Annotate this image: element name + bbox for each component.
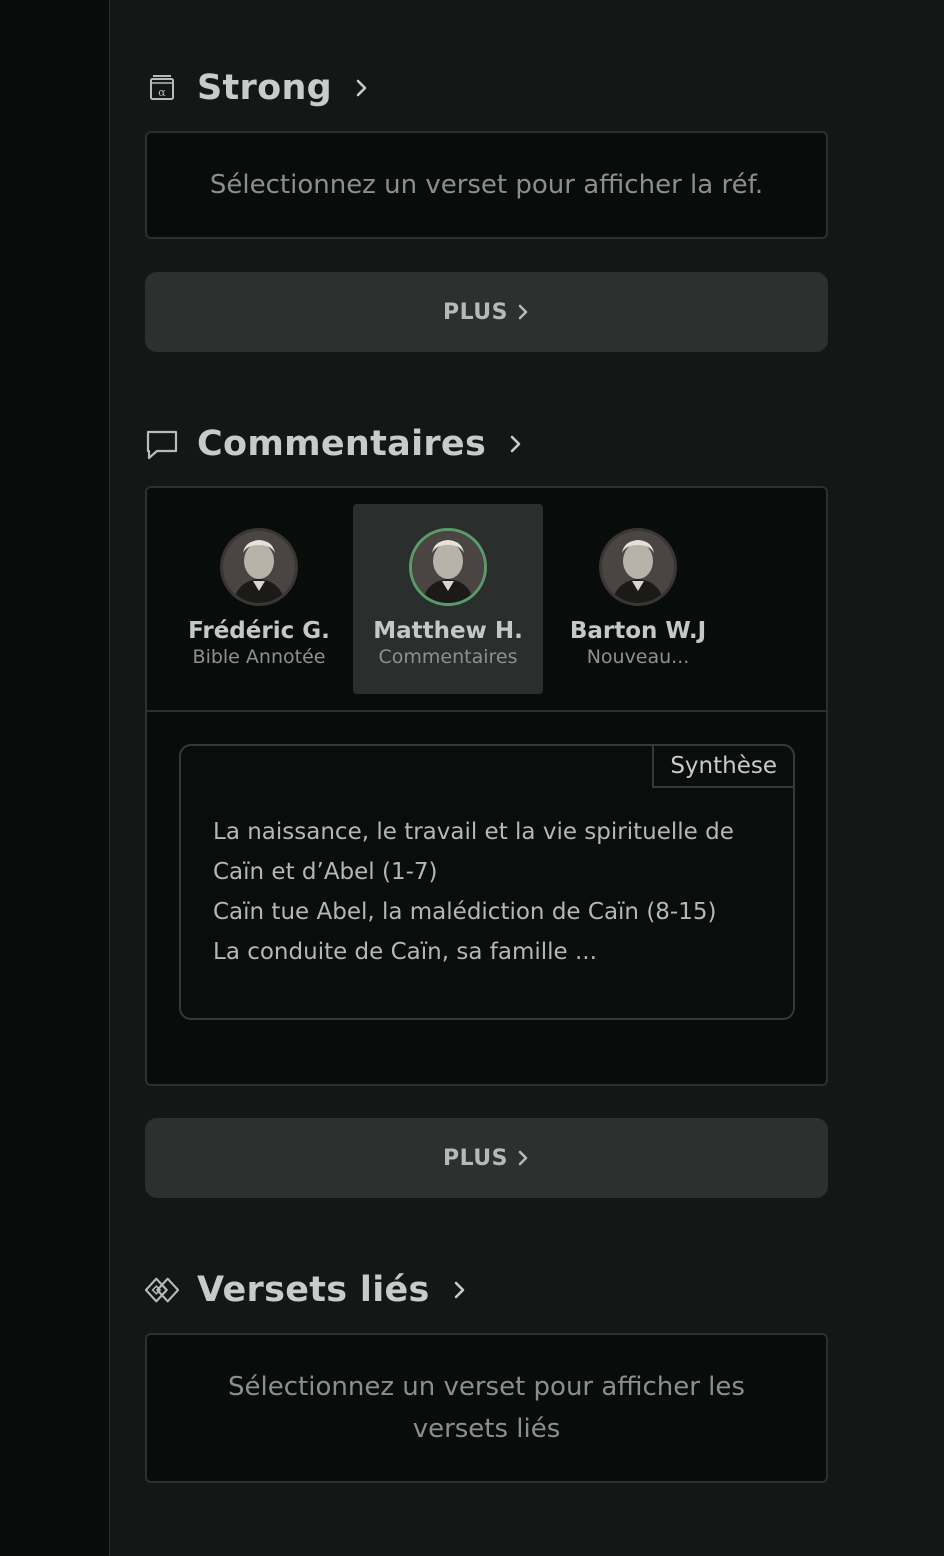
author-name: Matthew H. [373,618,523,644]
comment-bubble-icon [145,427,179,461]
author-subtitle: Nouveau... [586,646,690,668]
chevron-right-icon [510,435,521,453]
author-name: Barton W.J [569,618,707,644]
chevron-right-icon [518,304,528,320]
synthesis-line: Caïn tue Abel, la malédiction de Caïn (8… [213,899,717,925]
synthesis-line: La conduite de Caïn, sa famille ... [213,939,597,965]
author-frederic[interactable]: Frédéric G. Bible Annotée [164,504,354,694]
author-name: Frédéric G. [188,618,330,644]
chevron-right-icon [454,1281,464,1299]
strong-empty-message: Sélectionnez un verset pour afficher la … [145,131,828,239]
author-matthew[interactable]: Matthew H. Commentaires [353,504,543,694]
related-verses-section-header[interactable]: Versets liés [145,1265,468,1315]
comments-card: Frédéric G. Bible Annotée Matthew H. Com… [145,486,828,1086]
related-verses-empty-text: Sélectionnez un verset pour afficher les… [228,1372,745,1444]
comments-more-label: PLUS [442,1145,509,1171]
synthesis-text: La naissance, le travail et la vie spiri… [213,812,773,972]
author-subtitle: Bible Annotée [192,646,326,668]
author-avatar [220,528,298,606]
linked-diamonds-icon [145,1273,179,1307]
synthesis-line: La naissance, le travail et la vie spiri… [213,819,734,885]
chevron-right-icon [356,79,367,97]
strong-empty-text: Sélectionnez un verset pour afficher la … [209,170,764,200]
chevron-right-icon [518,1150,528,1166]
strong-more-button[interactable]: PLUS [145,272,828,352]
related-verses-title: Versets liés [197,1270,430,1310]
strong-section-header[interactable]: α Strong [145,63,370,113]
synthesis-tag: Synthèse [652,744,795,788]
author-avatar [599,528,677,606]
lexicon-book-icon: α [145,71,179,105]
comments-title: Commentaires [197,424,487,464]
author-avatar [409,528,487,606]
comments-more-button[interactable]: PLUS [145,1118,828,1198]
svg-text:α: α [158,86,166,99]
related-verses-empty-message: Sélectionnez un verset pour afficher les… [145,1333,828,1483]
strong-title: Strong [197,68,333,108]
author-barton[interactable]: Barton W.J Nouveau... [543,504,733,694]
comments-section-header[interactable]: Commentaires [145,419,524,469]
left-sidebar-strip [0,0,110,1556]
synthesis-box[interactable]: Synthèse La naissance, le travail et la … [179,744,795,1020]
author-list: Frédéric G. Bible Annotée Matthew H. Com… [147,488,826,712]
author-subtitle: Commentaires [378,646,518,668]
strong-more-label: PLUS [442,299,509,325]
